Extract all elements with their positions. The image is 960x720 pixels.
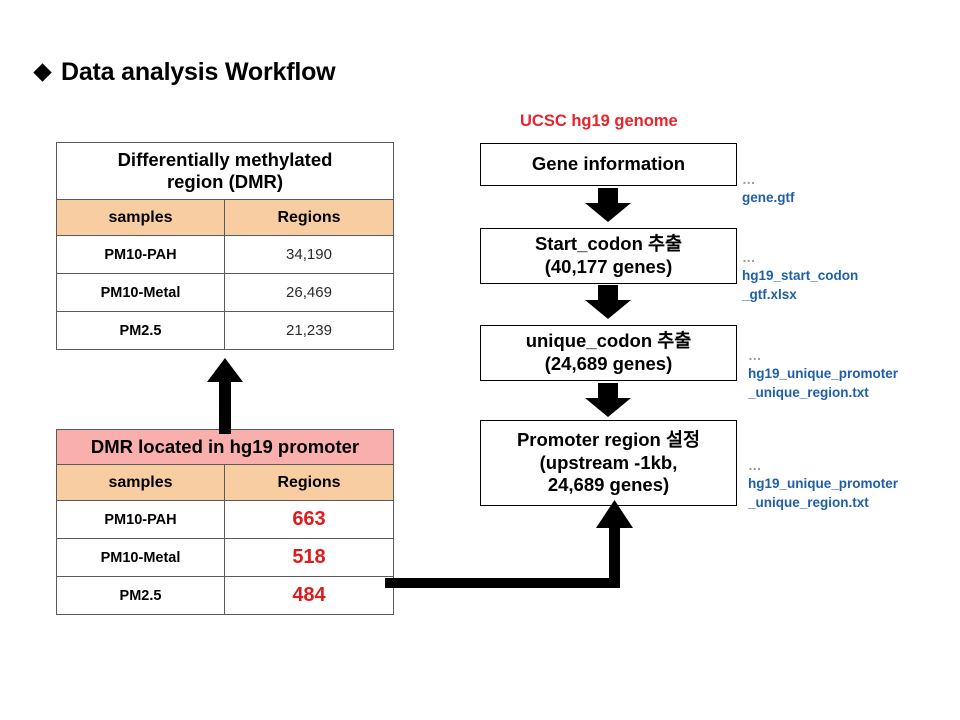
dmr-col-regions: Regions bbox=[224, 199, 394, 237]
table-title-row: DMR located in hg19 promoter bbox=[56, 428, 394, 466]
dmr-promoter-row0-regions: 663 bbox=[224, 500, 394, 540]
note-filename: hg19_unique_promoter _unique_region.txt bbox=[748, 366, 899, 400]
table-row: PM10-Metal 518 bbox=[56, 538, 394, 578]
table-row: PM10-Metal 26,469 bbox=[56, 273, 394, 313]
dmr-table-title: Differentially methylated region (DMR) bbox=[56, 141, 394, 201]
table-row: PM10-PAH 34,190 bbox=[56, 235, 394, 275]
dmr-promoter-row1-sample: PM10-Metal bbox=[56, 538, 225, 578]
table-row: PM2.5 484 bbox=[56, 576, 394, 616]
dmr-col-samples: samples bbox=[56, 199, 225, 237]
note-dots: … bbox=[742, 250, 756, 266]
arrow-down-icon bbox=[585, 383, 631, 417]
flow-step-promoter-region: Promoter region 설정 (upstream -1kb, 24,68… bbox=[480, 420, 737, 506]
ucsc-source-label: UCSC hg19 genome bbox=[520, 112, 678, 130]
file-note-promoter-region: … hg19_unique_promoter _unique_region.tx… bbox=[748, 439, 898, 512]
dmr-row1-sample: PM10-Metal bbox=[56, 273, 225, 313]
file-note-unique-promoter: … hg19_unique_promoter _unique_region.tx… bbox=[748, 329, 898, 402]
table-row: PM10-PAH 663 bbox=[56, 500, 394, 540]
dmr-promoter-col-samples: samples bbox=[56, 464, 225, 502]
page-title-text: Data analysis Workflow bbox=[61, 58, 336, 86]
flow-step-label: Promoter region 설정 (upstream -1kb, 24,68… bbox=[516, 429, 701, 496]
dmr-promoter-col-regions: Regions bbox=[224, 464, 394, 502]
file-note-gene-gtf: … gene.gtf bbox=[742, 153, 795, 208]
arrow-down-icon bbox=[585, 188, 631, 222]
connector-arrow-up-promoter-to-dmr bbox=[207, 358, 243, 434]
dmr-row0-regions: 34,190 bbox=[224, 235, 394, 275]
dmr-promoter-row1-regions: 518 bbox=[224, 538, 394, 578]
dmr-promoter-table: DMR located in hg19 promoter samples Reg… bbox=[56, 428, 394, 616]
dmr-row0-sample: PM10-PAH bbox=[56, 235, 225, 275]
connector-arrow-dmr-promoter-to-promoter-region bbox=[385, 500, 633, 588]
flow-step-label: Start_codon 추출 (40,177 genes) bbox=[534, 233, 683, 277]
flow-step-label: Gene information bbox=[531, 153, 686, 175]
dmr-table: Differentially methylated region (DMR) s… bbox=[56, 141, 394, 351]
note-filename: hg19_unique_promoter _unique_region.txt bbox=[748, 476, 899, 510]
dmr-row2-sample: PM2.5 bbox=[56, 311, 225, 351]
flow-step-unique-codon: unique_codon 추출 (24,689 genes) bbox=[480, 325, 737, 381]
file-note-start-codon: … hg19_start_codon _gtf.xlsx bbox=[742, 231, 858, 304]
arrow-down-icon bbox=[585, 285, 631, 319]
diamond-bullet-icon bbox=[33, 63, 52, 82]
page-title: Data analysis Workflow bbox=[33, 58, 336, 87]
table-title-row: Differentially methylated region (DMR) bbox=[56, 141, 394, 201]
dmr-row2-regions: 21,239 bbox=[224, 311, 394, 351]
table-header-row: samples Regions bbox=[56, 199, 394, 237]
dmr-row1-regions: 26,469 bbox=[224, 273, 394, 313]
dmr-promoter-table-title: DMR located in hg19 promoter bbox=[56, 428, 394, 466]
flow-step-label: unique_codon 추출 (24,689 genes) bbox=[525, 330, 692, 374]
dmr-promoter-row2-sample: PM2.5 bbox=[56, 576, 225, 616]
note-dots: … bbox=[742, 172, 756, 188]
note-dots: … bbox=[748, 458, 762, 474]
dmr-promoter-row2-regions: 484 bbox=[224, 576, 394, 616]
note-filename: hg19_start_codon _gtf.xlsx bbox=[742, 268, 859, 302]
dmr-promoter-row0-sample: PM10-PAH bbox=[56, 500, 225, 540]
flow-step-gene-information: Gene information bbox=[480, 143, 737, 186]
table-header-row: samples Regions bbox=[56, 464, 394, 502]
table-row: PM2.5 21,239 bbox=[56, 311, 394, 351]
note-filename: gene.gtf bbox=[742, 190, 795, 206]
flow-step-start-codon: Start_codon 추출 (40,177 genes) bbox=[480, 228, 737, 284]
note-dots: … bbox=[748, 348, 762, 364]
